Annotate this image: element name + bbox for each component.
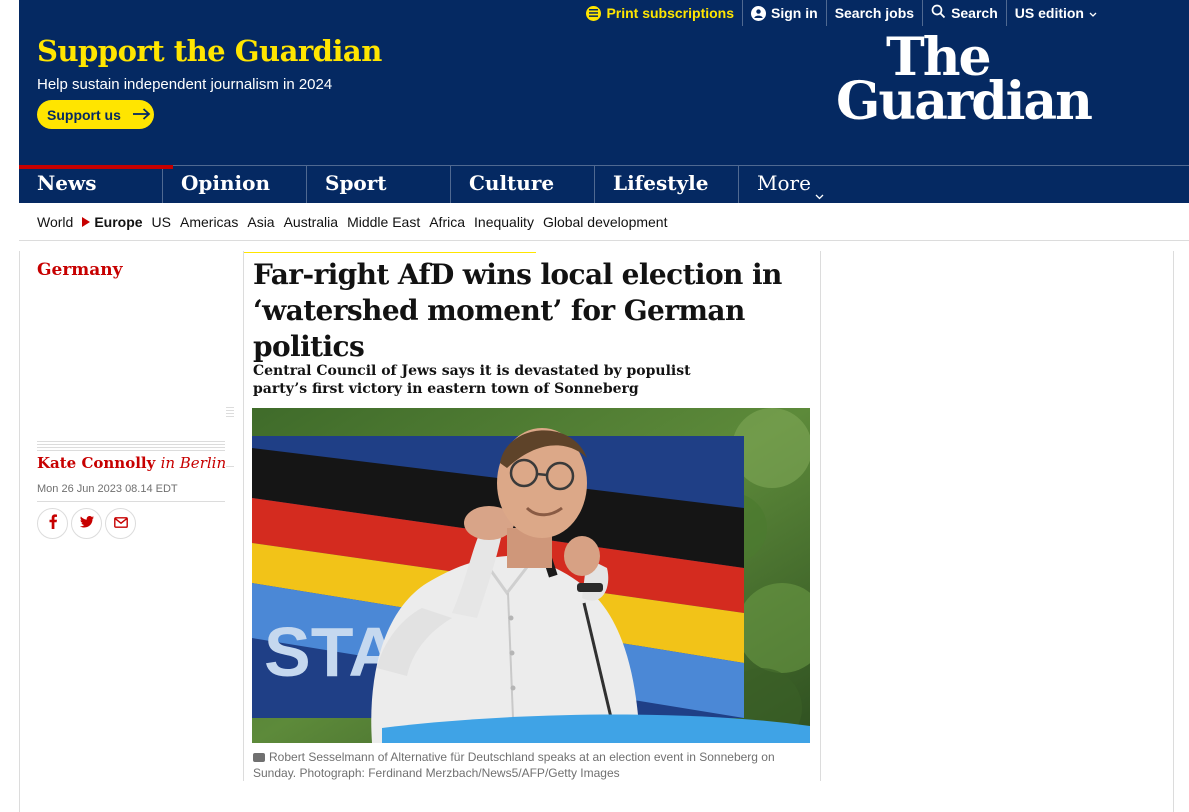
byline: Kate Connolly in Berlin — [37, 454, 226, 472]
byline-location: in Berlin — [160, 454, 227, 472]
pillar-news[interactable]: News — [19, 165, 173, 203]
photo-caption: Robert Sesselmann of Alternative für Deu… — [253, 749, 813, 781]
section-label-germany[interactable]: Germany — [37, 260, 123, 280]
pillar-more-label: More — [757, 171, 811, 195]
pillar-culture[interactable]: Culture — [451, 166, 595, 203]
edition-selector[interactable]: US edition — [1005, 0, 1105, 26]
masthead: Print subscriptions Sign in Search jobs … — [0, 0, 1189, 203]
search-jobs-link[interactable]: Search jobs — [825, 0, 922, 26]
byline-divider-tick — [226, 466, 234, 467]
meta-divider — [37, 501, 225, 502]
guardian-logo[interactable]: The Guardian — [836, 32, 1106, 132]
user-icon — [751, 5, 767, 21]
search-jobs-label: Search jobs — [834, 5, 915, 21]
twitter-icon — [79, 515, 94, 533]
current-section-marker-icon — [82, 216, 91, 227]
subnav-europe-label: Europe — [94, 213, 143, 230]
top-utility-bar: Print subscriptions Sign in Search jobs … — [578, 0, 1189, 26]
article-main-photo: STAR — [252, 408, 810, 743]
support-subtitle: Help sustain independent journalism in 2… — [37, 76, 333, 93]
support-title: Support the Guardian — [37, 34, 382, 68]
logo-line-2: Guardian — [836, 71, 1093, 132]
section-subnav: World Europe US Americas Asia Australia … — [19, 203, 1189, 241]
sign-in-label: Sign in — [771, 5, 818, 21]
chevron-down-icon — [1089, 5, 1097, 21]
share-twitter-button[interactable] — [71, 508, 102, 539]
subnav-global-development[interactable]: Global development — [543, 214, 668, 230]
pillar-opinion[interactable]: Opinion — [163, 166, 307, 203]
byline-divider — [37, 441, 225, 453]
pillar-sport[interactable]: Sport — [307, 166, 451, 203]
subnav-inequality[interactable]: Inequality — [474, 214, 534, 230]
sign-in-link[interactable]: Sign in — [742, 0, 826, 26]
subnav-europe[interactable]: Europe — [82, 213, 143, 230]
toc-handle-icon — [226, 407, 234, 419]
search-link[interactable]: Search — [922, 0, 1006, 26]
subnav-americas[interactable]: Americas — [180, 214, 238, 230]
article-headline: Far-right AfD wins local election in ‘wa… — [253, 258, 782, 363]
subnav-asia[interactable]: Asia — [247, 214, 274, 230]
column-divider — [19, 251, 20, 812]
arrow-right-icon — [132, 107, 151, 123]
search-icon — [931, 4, 946, 22]
author-link[interactable]: Kate Connolly — [37, 454, 155, 472]
newspaper-icon — [586, 5, 602, 21]
subnav-australia[interactable]: Australia — [284, 214, 338, 230]
share-facebook-button[interactable] — [37, 508, 68, 539]
subnav-us[interactable]: US — [152, 214, 171, 230]
pillar-more[interactable]: More — [739, 166, 883, 203]
support-us-button[interactable]: Support us — [37, 100, 154, 129]
column-divider — [243, 251, 244, 781]
photo-caption-text: Robert Sesselmann of Alternative für Deu… — [253, 750, 775, 780]
article-standfirst: Central Council of Jews says it is devas… — [253, 363, 691, 397]
print-subscriptions-label: Print subscriptions — [606, 5, 735, 21]
subnav-world[interactable]: World — [37, 214, 73, 230]
subnav-africa[interactable]: Africa — [429, 214, 465, 230]
support-us-label: Support us — [47, 106, 121, 123]
print-subscriptions-link[interactable]: Print subscriptions — [578, 0, 742, 26]
pillar-nav: News Opinion Sport Culture Lifestyle Mor… — [19, 165, 1189, 203]
subnav-middle-east[interactable]: Middle East — [347, 214, 420, 230]
pillar-lifestyle[interactable]: Lifestyle — [595, 166, 739, 203]
kicker-accent-bar — [244, 252, 536, 253]
share-buttons — [37, 508, 136, 539]
column-divider — [1173, 251, 1174, 812]
chevron-down-icon — [815, 171, 824, 205]
camera-icon — [253, 753, 265, 762]
share-email-button[interactable] — [105, 508, 136, 539]
facebook-icon — [48, 513, 58, 534]
publish-date: Mon 26 Jun 2023 08.14 EDT — [37, 483, 178, 495]
edition-label: US edition — [1014, 5, 1084, 21]
email-icon — [113, 515, 128, 533]
search-label: Search — [951, 5, 998, 21]
